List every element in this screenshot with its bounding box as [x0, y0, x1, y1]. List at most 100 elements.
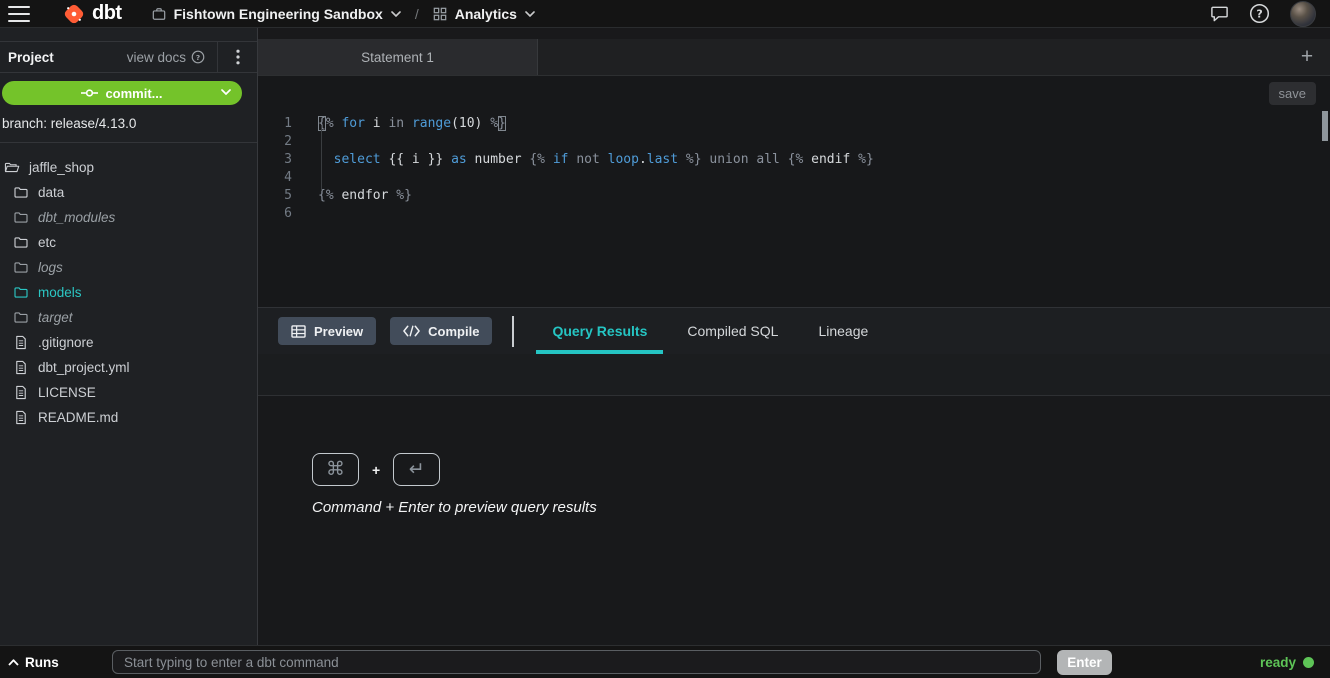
tree-item-label: .gitignore — [38, 335, 94, 350]
line-number: 3 — [258, 151, 292, 169]
header-divider — [512, 316, 514, 347]
commit-row: commit... — [0, 73, 257, 105]
tree-item-LICENSE[interactable]: LICENSE — [0, 380, 257, 405]
tree-item-label: LICENSE — [38, 385, 96, 400]
results-tab-compiled-sql[interactable]: Compiled SQL — [671, 308, 794, 354]
status-dot — [1303, 657, 1314, 668]
results-tab-query-results[interactable]: Query Results — [536, 308, 663, 354]
project-name: Analytics — [455, 6, 517, 22]
results-tab-lineage[interactable]: Lineage — [802, 308, 884, 354]
code-icon — [403, 325, 420, 337]
tree-item-.gitignore[interactable]: .gitignore — [0, 330, 257, 355]
tree-item-dbt_modules[interactable]: dbt_modules — [0, 205, 257, 230]
editor-toolbar: save — [258, 76, 1330, 110]
tree-item-label: models — [38, 285, 82, 300]
chevron-down-icon — [525, 11, 535, 17]
git-commit-icon — [81, 88, 98, 98]
project-switcher[interactable]: Analytics — [433, 6, 535, 22]
line-number: 4 — [258, 169, 292, 187]
results-tabs: Query ResultsCompiled SQLLineage — [536, 308, 892, 354]
docs-help-icon: ? — [191, 50, 205, 64]
code-line-2[interactable]: 2 — [258, 133, 1330, 151]
tree-item-etc[interactable]: etc — [0, 230, 257, 255]
dbt-cloud-ide: dbt Fishtown Engineering Sandbox / Analy… — [0, 0, 1330, 678]
chat-icon[interactable] — [1210, 4, 1229, 23]
tree-item-README.md[interactable]: README.md — [0, 405, 257, 430]
code-editor[interactable]: 1{% for i in range(10) %}23 select {{ i … — [258, 110, 1330, 307]
tree-item-label: logs — [38, 260, 63, 275]
editor-tab-statement-1[interactable]: Statement 1 — [258, 39, 538, 75]
code-line-5[interactable]: 5{% endfor %} — [258, 187, 1330, 205]
folder-icon — [13, 260, 29, 275]
sidebar-menu-button[interactable] — [217, 42, 257, 72]
svg-text:?: ? — [1256, 8, 1262, 21]
file-tree: jaffle_shopdata dbt_modulesetc logs models t… — [0, 143, 257, 430]
preview-button[interactable]: Preview — [278, 317, 376, 345]
editor-scrollbar[interactable] — [1322, 111, 1328, 141]
tree-item-label: dbt_project.yml — [38, 360, 130, 375]
code-line-4[interactable]: 4 — [258, 169, 1330, 187]
results-empty-state: ⌘ + ↵ Command + Enter to preview query r… — [258, 396, 1330, 645]
code-line-1[interactable]: 1{% for i in range(10) %} — [258, 115, 1330, 133]
code-text: select {{ i }} as number {% if not loop.… — [292, 151, 874, 169]
account-switcher[interactable]: Fishtown Engineering Sandbox — [152, 6, 401, 22]
compile-button[interactable]: Compile — [390, 317, 492, 345]
user-avatar[interactable] — [1290, 1, 1316, 27]
account-name: Fishtown Engineering Sandbox — [174, 6, 383, 22]
view-docs-link[interactable]: view docs ? — [127, 50, 217, 65]
tree-item-label: jaffle_shop — [29, 160, 94, 175]
commit-label: commit... — [105, 86, 162, 101]
commit-button[interactable]: commit... — [2, 81, 242, 105]
file-icon — [13, 360, 29, 375]
file-icon — [13, 335, 29, 350]
code-line-3[interactable]: 3 select {{ i }} as number {% if not loo… — [258, 151, 1330, 169]
topbar-actions: ? — [1210, 1, 1316, 27]
tree-item-logs[interactable]: logs — [0, 255, 257, 280]
tree-item-dbt_project.yml[interactable]: dbt_project.yml — [0, 355, 257, 380]
tree-item-models[interactable]: models — [0, 280, 257, 305]
sidebar-header: Project view docs ? — [0, 41, 257, 73]
code-text — [292, 205, 318, 223]
save-button[interactable]: save — [1269, 82, 1316, 105]
briefcase-icon — [152, 7, 166, 21]
chevron-down-icon — [391, 11, 401, 17]
folder-icon — [13, 310, 29, 325]
project-sidebar: Project view docs ? — [0, 28, 258, 645]
results-substrip — [258, 354, 1330, 396]
folder-icon — [13, 185, 29, 200]
command-key-icon: ⌘ — [312, 453, 359, 486]
runs-toggle[interactable]: Runs — [8, 655, 112, 670]
dbt-command-input[interactable] — [112, 650, 1041, 674]
tree-item-data[interactable]: data — [0, 180, 257, 205]
help-icon[interactable]: ? — [1249, 3, 1270, 24]
line-number: 1 — [258, 115, 292, 133]
dbt-logo: dbt — [62, 2, 122, 26]
tree-item-label: data — [38, 185, 64, 200]
enter-key-icon: ↵ — [393, 453, 440, 486]
main-area: Project view docs ? — [0, 28, 1330, 645]
results-header: Preview Compile Query ResultsCompiled SQ… — [258, 307, 1330, 354]
line-number: 6 — [258, 205, 292, 223]
tree-item-label: dbt_modules — [38, 210, 115, 225]
editor-panel: Statement 1 + save 1{% for i in range(10… — [258, 28, 1330, 645]
chevron-up-icon — [8, 659, 19, 666]
grid-icon — [433, 7, 447, 21]
code-text: {% endfor %} — [292, 187, 412, 205]
command-bar: Runs Enter ready — [0, 645, 1330, 678]
svg-text:?: ? — [196, 53, 200, 62]
code-line-6[interactable]: 6 — [258, 205, 1330, 223]
keyboard-shortcut-hint: ⌘ + ↵ — [312, 453, 1330, 486]
status-text: ready — [1260, 655, 1296, 670]
branch-label: branch: release/4.13.0 — [0, 105, 257, 131]
folder-icon — [13, 210, 29, 225]
tree-item-target[interactable]: target — [0, 305, 257, 330]
menu-icon[interactable] — [8, 6, 32, 22]
enter-button[interactable]: Enter — [1057, 650, 1112, 675]
folder-icon — [4, 160, 20, 175]
tree-item-label: README.md — [38, 410, 118, 425]
code-text — [292, 169, 318, 187]
file-icon — [13, 410, 29, 425]
tree-item-jaffle_shop[interactable]: jaffle_shop — [0, 155, 257, 180]
tree-item-label: target — [38, 310, 73, 325]
new-tab-button[interactable]: + — [1284, 39, 1330, 75]
